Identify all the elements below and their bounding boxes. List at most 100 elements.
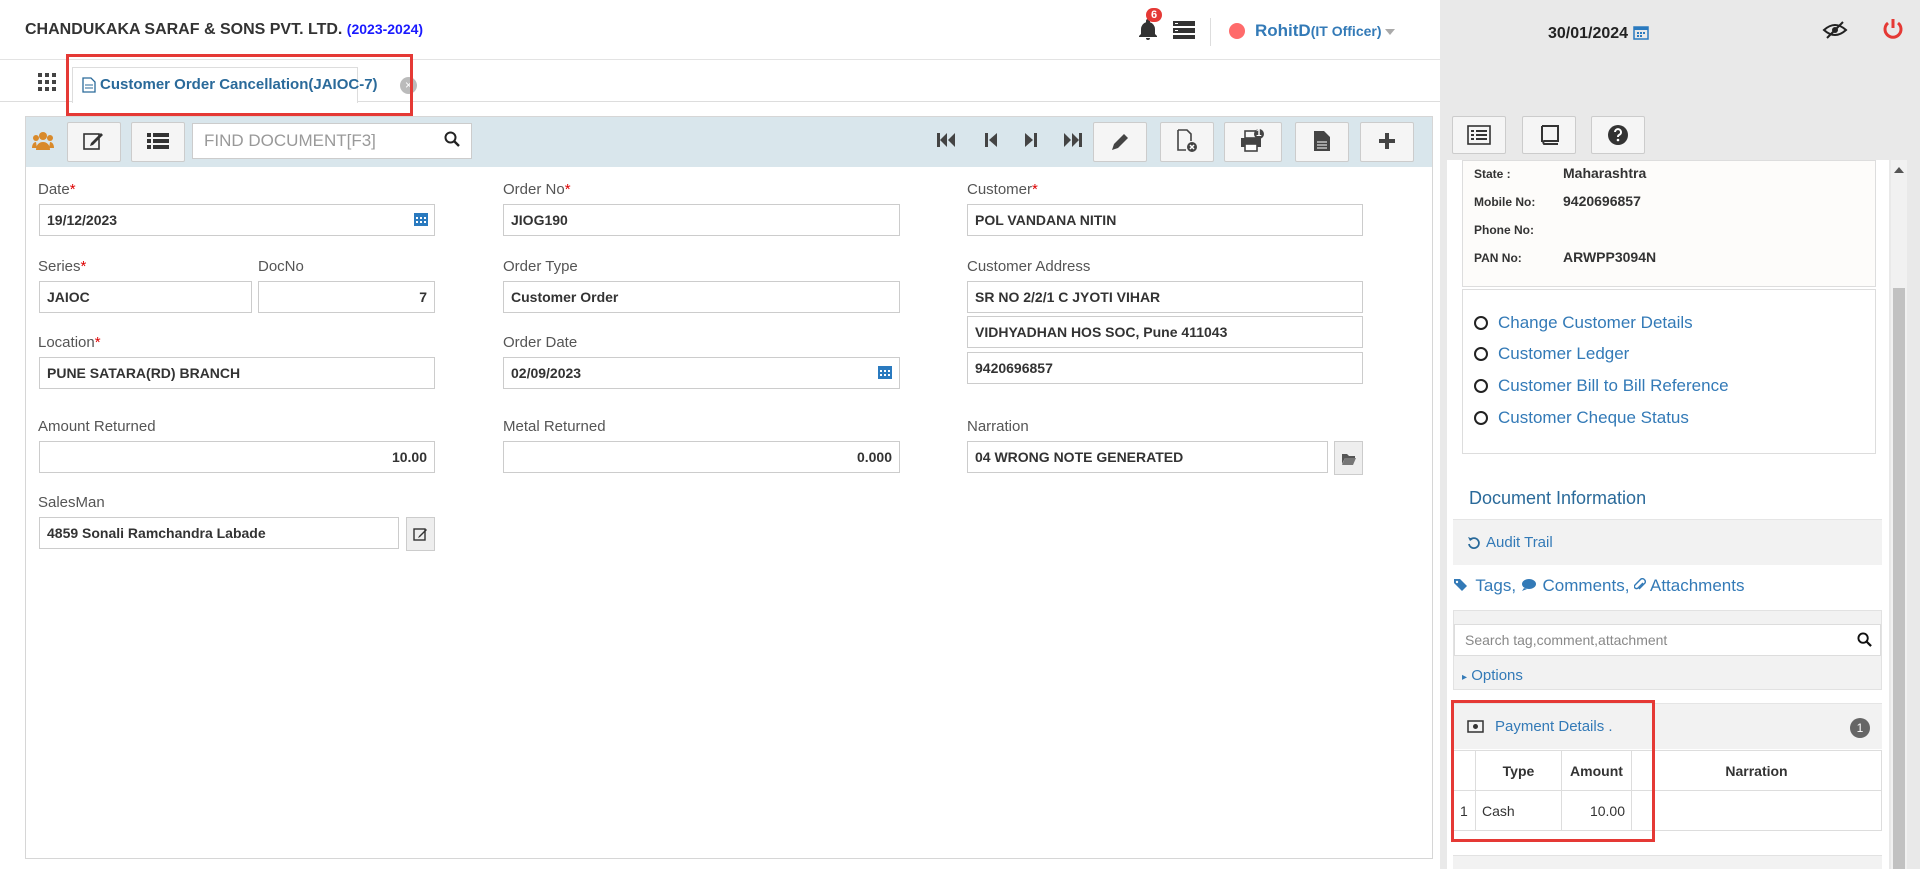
link-customer-ledger[interactable]: Customer Ledger [1498, 344, 1629, 364]
user-role: (IT Officer) [1310, 23, 1382, 39]
tags-comments-attachments: Tags, Comments, Attachments [1453, 576, 1744, 596]
order-no-field[interactable]: JIOG190 [503, 204, 900, 236]
caret-right-icon: ▸ [1462, 672, 1468, 683]
server-list-icon[interactable] [1172, 20, 1196, 40]
comments-icon [1521, 579, 1536, 591]
link-change-customer-details[interactable]: Change Customer Details [1498, 313, 1693, 333]
edit-icon [413, 528, 427, 541]
calendar-icon[interactable] [877, 364, 893, 380]
metal-returned-field[interactable]: 0.000 [503, 441, 900, 473]
narration-field[interactable]: 04 WRONG NOTE GENERATED [967, 441, 1328, 473]
location-field[interactable]: PUNE SATARA(RD) BRANCH [39, 357, 435, 389]
search-icon[interactable] [1857, 632, 1872, 647]
state-key: State : [1474, 167, 1511, 181]
order-no-label: Order No* [503, 181, 571, 198]
narration-header: Narration [1631, 750, 1882, 791]
address-line-1[interactable]: SR NO 2/2/1 C JYOTI VIHAR [967, 281, 1363, 313]
order-type-field[interactable]: Customer Order [503, 281, 900, 313]
chevron-down-icon [1384, 28, 1395, 35]
state-value: Maharashtra [1563, 165, 1647, 181]
circle-icon [1474, 316, 1488, 330]
circle-icon [1474, 379, 1488, 393]
list-icon [147, 133, 169, 149]
search-icon[interactable] [444, 131, 460, 147]
users-icon[interactable] [32, 131, 54, 151]
last-record-icon[interactable] [1062, 131, 1082, 149]
mobile-value: 9420696857 [1563, 193, 1641, 209]
next-record-icon[interactable] [1023, 131, 1037, 149]
pan-key: PAN No: [1474, 251, 1522, 265]
scroll-up-arrow[interactable] [1894, 167, 1904, 173]
next-section-header [1453, 855, 1882, 869]
paperclip-icon [1633, 578, 1647, 590]
phone-key: Phone No: [1474, 223, 1534, 237]
salesman-label: SalesMan [38, 494, 105, 511]
docno-label: DocNo [258, 258, 304, 275]
question-icon [1608, 125, 1628, 145]
docno-field[interactable]: 7 [258, 281, 435, 313]
previous-record-icon[interactable] [985, 131, 999, 149]
address-line-3[interactable]: 9420696857 [967, 352, 1363, 384]
company-title: CHANDUKAKA SARAF & SONS PVT. LTD. [25, 21, 343, 38]
customer-label: Customer* [967, 181, 1038, 198]
tags-link[interactable]: Tags, [1475, 576, 1516, 595]
print-count: 1 [1256, 128, 1262, 139]
link-bill-to-bill-reference[interactable]: Customer Bill to Bill Reference [1498, 376, 1729, 396]
username: RohitD [1255, 21, 1311, 40]
salesman-field[interactable]: 4859 Sonali Ramchandra Labade [39, 517, 399, 549]
plus-icon [1379, 133, 1395, 149]
list-box-icon [1467, 125, 1491, 145]
first-record-icon[interactable] [937, 131, 957, 149]
document-cancel-icon [1177, 129, 1197, 152]
amount-returned-label: Amount Returned [38, 418, 156, 435]
order-date-field[interactable]: 02/09/2023 [503, 357, 900, 389]
attachments-link[interactable]: Attachments [1650, 576, 1745, 595]
order-date-label: Order Date [503, 334, 578, 351]
apps-grid-icon[interactable] [38, 73, 56, 91]
document-information-title: Document Information [1469, 488, 1647, 508]
folder-open-icon [1342, 454, 1356, 465]
edit-icon [83, 133, 103, 150]
series-label: Series* [38, 258, 87, 275]
series-field[interactable]: JAIOC [39, 281, 252, 313]
payment-count-badge: 1 [1850, 718, 1870, 738]
tags-icon [1454, 579, 1467, 591]
customer-field[interactable]: POL VANDANA NITIN [967, 204, 1363, 236]
pencil-icon [1112, 134, 1128, 150]
date-label: Date* [38, 181, 76, 198]
eye-slash-icon[interactable] [1822, 20, 1848, 40]
date-field[interactable]: 19/12/2023 [39, 204, 435, 236]
metal-returned-label: Metal Returned [503, 418, 606, 435]
history-icon [1468, 537, 1480, 549]
current-date[interactable]: 30/01/2024 [1548, 24, 1649, 43]
address-line-2[interactable]: VIDHYADHAN HOS SOC, Pune 411043 [967, 316, 1363, 348]
tag-search-input[interactable] [1454, 624, 1881, 656]
highlight-box [1451, 700, 1655, 842]
calendar-icon [1632, 26, 1649, 40]
link-cheque-status[interactable]: Customer Cheque Status [1498, 408, 1689, 428]
narration-label: Narration [967, 418, 1029, 435]
find-document-input[interactable] [204, 131, 434, 151]
payment-narration [1631, 790, 1882, 831]
fiscal-year: (2023-2024) [346, 21, 424, 37]
book-icon [1541, 125, 1559, 145]
company-name: CHANDUKAKA SARAF & SONS PVT. LTD. (2023-… [25, 21, 423, 39]
circle-icon [1474, 411, 1488, 425]
audit-trail-link[interactable]: Audit Trail [1486, 534, 1553, 551]
circle-icon [1474, 347, 1488, 361]
notification-badge: 6 [1146, 8, 1163, 22]
customer-address-label: Customer Address [967, 258, 1091, 275]
options-toggle[interactable]: ▸ Options [1462, 667, 1523, 684]
status-indicator [1229, 23, 1245, 39]
power-icon[interactable] [1882, 18, 1904, 40]
mobile-key: Mobile No: [1474, 195, 1536, 209]
amount-returned-field[interactable]: 10.00 [39, 441, 435, 473]
pan-value: ARWPP3094N [1563, 249, 1657, 265]
location-label: Location* [38, 334, 101, 351]
scrollbar-thumb[interactable] [1893, 288, 1905, 869]
calendar-icon[interactable] [413, 211, 429, 227]
divider [1210, 18, 1211, 46]
options-label: Options [1471, 667, 1523, 684]
user-menu[interactable]: RohitD(IT Officer) [1255, 21, 1395, 41]
comments-link[interactable]: Comments, [1543, 576, 1630, 595]
